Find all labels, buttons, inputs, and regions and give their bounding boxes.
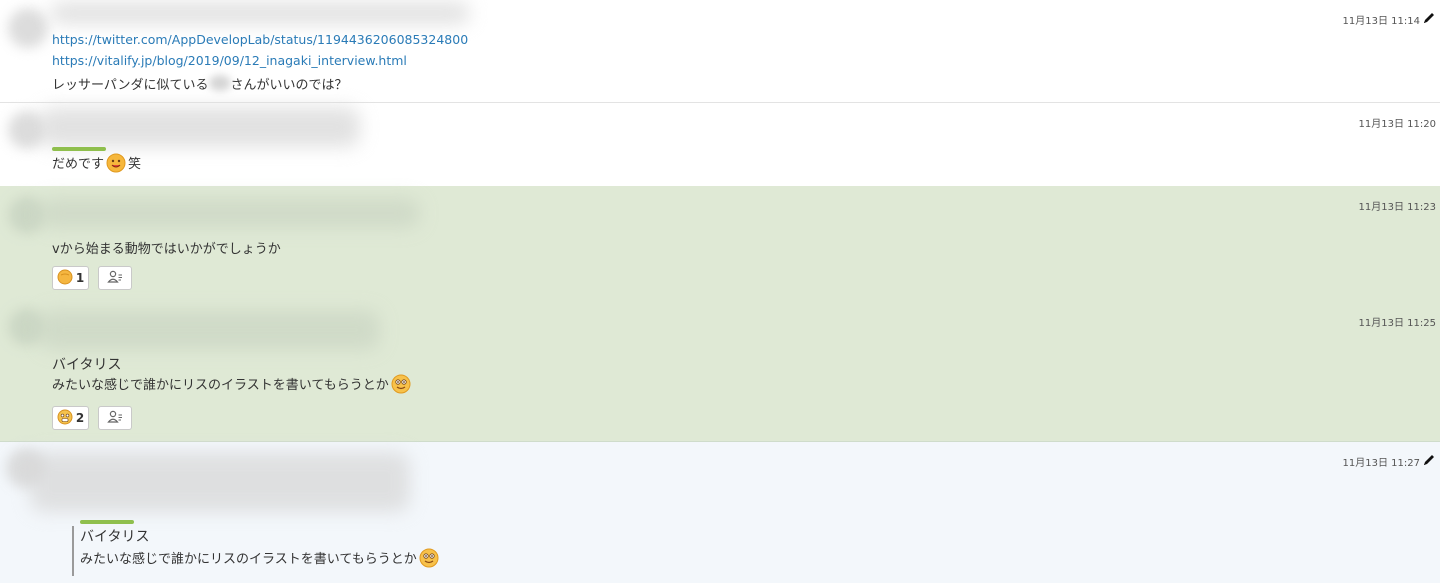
timestamp[interactable]: 11月13日 11:23 <box>1359 198 1436 213</box>
author-badge-bar <box>52 147 106 151</box>
reaction-count: 2 <box>75 411 85 425</box>
smiling-face-icon <box>419 548 439 568</box>
tweet-link[interactable]: https://twitter.com/AppDevelopLab/status… <box>52 32 468 47</box>
reaction-button[interactable]: 1 <box>52 266 89 290</box>
message-text-after: 笑 <box>128 157 142 172</box>
timestamp[interactable]: 11月13日 11:20 <box>1359 115 1436 130</box>
grimacing-face-icon <box>106 153 126 173</box>
message-text: だめです 笑 <box>52 153 141 173</box>
timestamp[interactable]: 11月13日 11:25 <box>1359 314 1436 329</box>
message-text-after: さんがいいのでは？ <box>230 78 348 93</box>
user-list-icon <box>107 270 123 287</box>
author-name <box>30 452 410 512</box>
quote-line-2: みたいな感じで誰かにリスのイラストを書いてもらうとか <box>80 548 441 571</box>
reaction-count: 1 <box>75 271 85 285</box>
fearful-face-icon <box>57 409 73 428</box>
quote-line-1: バイタリス <box>80 529 150 545</box>
smiling-face-icon <box>391 374 411 394</box>
message-line-2-text: みたいな感じで誰かにリスのイラストを書いてもらうとか <box>52 378 389 393</box>
message-text-main: だめです <box>52 157 105 172</box>
message-3: 11月13日 11:23 vから始まる動物ではいかがでしょうか 1 <box>0 186 1440 296</box>
orange-face-icon <box>57 269 73 288</box>
message-5: 11月13日 11:27 バイタリス みたいな感じで誰かにリスのイラストを書いて… <box>0 442 1440 583</box>
quote-block: バイタリス みたいな感じで誰かにリスのイラストを書いてもらうとか <box>72 526 441 576</box>
author-name <box>40 107 360 147</box>
user-list-icon <box>107 410 123 427</box>
message-4: 11月13日 11:25 バイタリス みたいな感じで誰かにリスのイラストを書いて… <box>0 296 1440 442</box>
pencil-icon[interactable] <box>1422 11 1436 25</box>
message-text: vから始まる動物ではいかがでしょうか <box>52 242 281 257</box>
author-name <box>40 198 420 228</box>
message-line-1: バイタリス <box>52 357 122 373</box>
redacted-name <box>208 75 231 91</box>
message-line-2: みたいな感じで誰かにリスのイラストを書いてもらうとか <box>52 374 413 394</box>
message-2: 11月13日 11:20 だめです 笑 <box>0 103 1440 186</box>
message-1: 11月13日 11:14 https://twitter.com/AppDeve… <box>0 0 1440 103</box>
reaction-users-button[interactable] <box>98 406 132 430</box>
pencil-icon[interactable] <box>1422 453 1436 467</box>
quote-source-bar <box>80 520 134 524</box>
reaction-users-button[interactable] <box>98 266 132 290</box>
blog-link[interactable]: https://vitalify.jp/blog/2019/09/12_inag… <box>52 53 407 68</box>
message-text-before: レッサーパンダに似ている <box>52 78 209 93</box>
quote-line-2-text: みたいな感じで誰かにリスのイラストを書いてもらうとか <box>80 552 417 567</box>
timestamp[interactable]: 11月13日 11:27 <box>1343 454 1420 469</box>
author-name <box>40 310 380 350</box>
avatar[interactable] <box>8 8 48 48</box>
reaction-button[interactable]: 2 <box>52 406 89 430</box>
author-name <box>50 2 470 24</box>
timestamp[interactable]: 11月13日 11:14 <box>1343 12 1420 27</box>
message-text: レッサーパンダに似ている さんがいいのでは？ <box>52 74 348 93</box>
